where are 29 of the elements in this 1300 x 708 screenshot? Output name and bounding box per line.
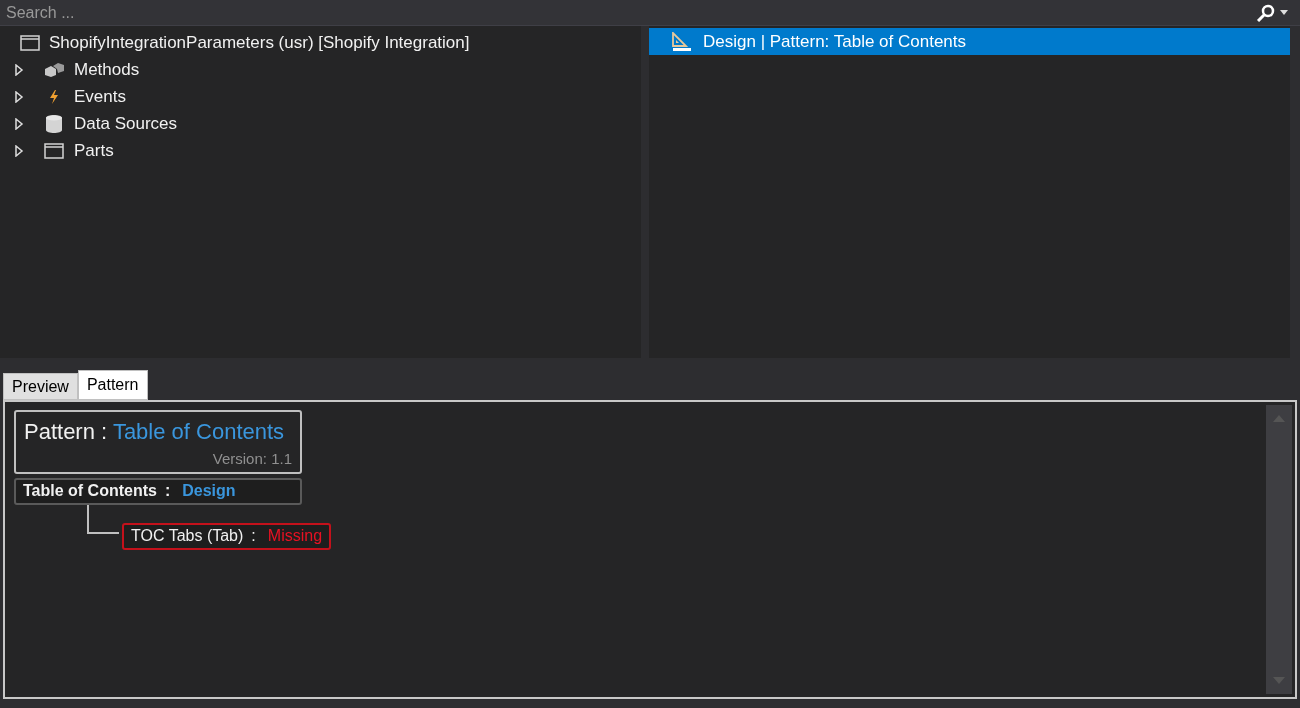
- node-label: Table of Contents: [23, 481, 157, 501]
- tree-item[interactable]: Methods: [14, 56, 641, 83]
- collapsed-arrow-icon[interactable]: [14, 90, 24, 103]
- set-square-ruler-icon: [671, 31, 693, 52]
- dropdown-caret-icon[interactable]: [1280, 10, 1288, 15]
- version-label: Version: 1.1: [212, 449, 292, 469]
- window-icon: [44, 142, 64, 159]
- cubes-icon: [43, 61, 65, 78]
- node-label: TOC Tabs (Tab): [131, 526, 244, 546]
- tab[interactable]: Pattern: [77, 370, 148, 400]
- collapsed-arrow-icon[interactable]: [14, 117, 24, 130]
- node-status: Missing: [267, 526, 323, 546]
- node-status: Design: [182, 481, 236, 501]
- tree-item[interactable]: Parts: [14, 137, 641, 164]
- tree-item[interactable]: Data Sources: [14, 110, 641, 137]
- node-separator: :: [164, 481, 171, 501]
- lightning-icon: [48, 88, 60, 105]
- node-separator: :: [251, 526, 256, 546]
- tree-item[interactable]: ShopifyIntegrationParameters (usr) [Shopify Integration]: [20, 29, 641, 56]
- connector-line: [87, 504, 119, 534]
- tree-item[interactable]: Events: [14, 83, 641, 110]
- window-icon: [20, 34, 40, 51]
- search-icon[interactable]: [1256, 3, 1276, 22]
- collapsed-arrow-icon[interactable]: [14, 144, 24, 157]
- collapsed-arrow-icon[interactable]: [14, 63, 24, 76]
- database-icon: [45, 113, 63, 134]
- pattern-title: Pattern : Table of Contents: [24, 418, 286, 446]
- tab[interactable]: Preview: [3, 373, 78, 400]
- list-item[interactable]: Design | Pattern: Table of Contents: [649, 28, 1290, 55]
